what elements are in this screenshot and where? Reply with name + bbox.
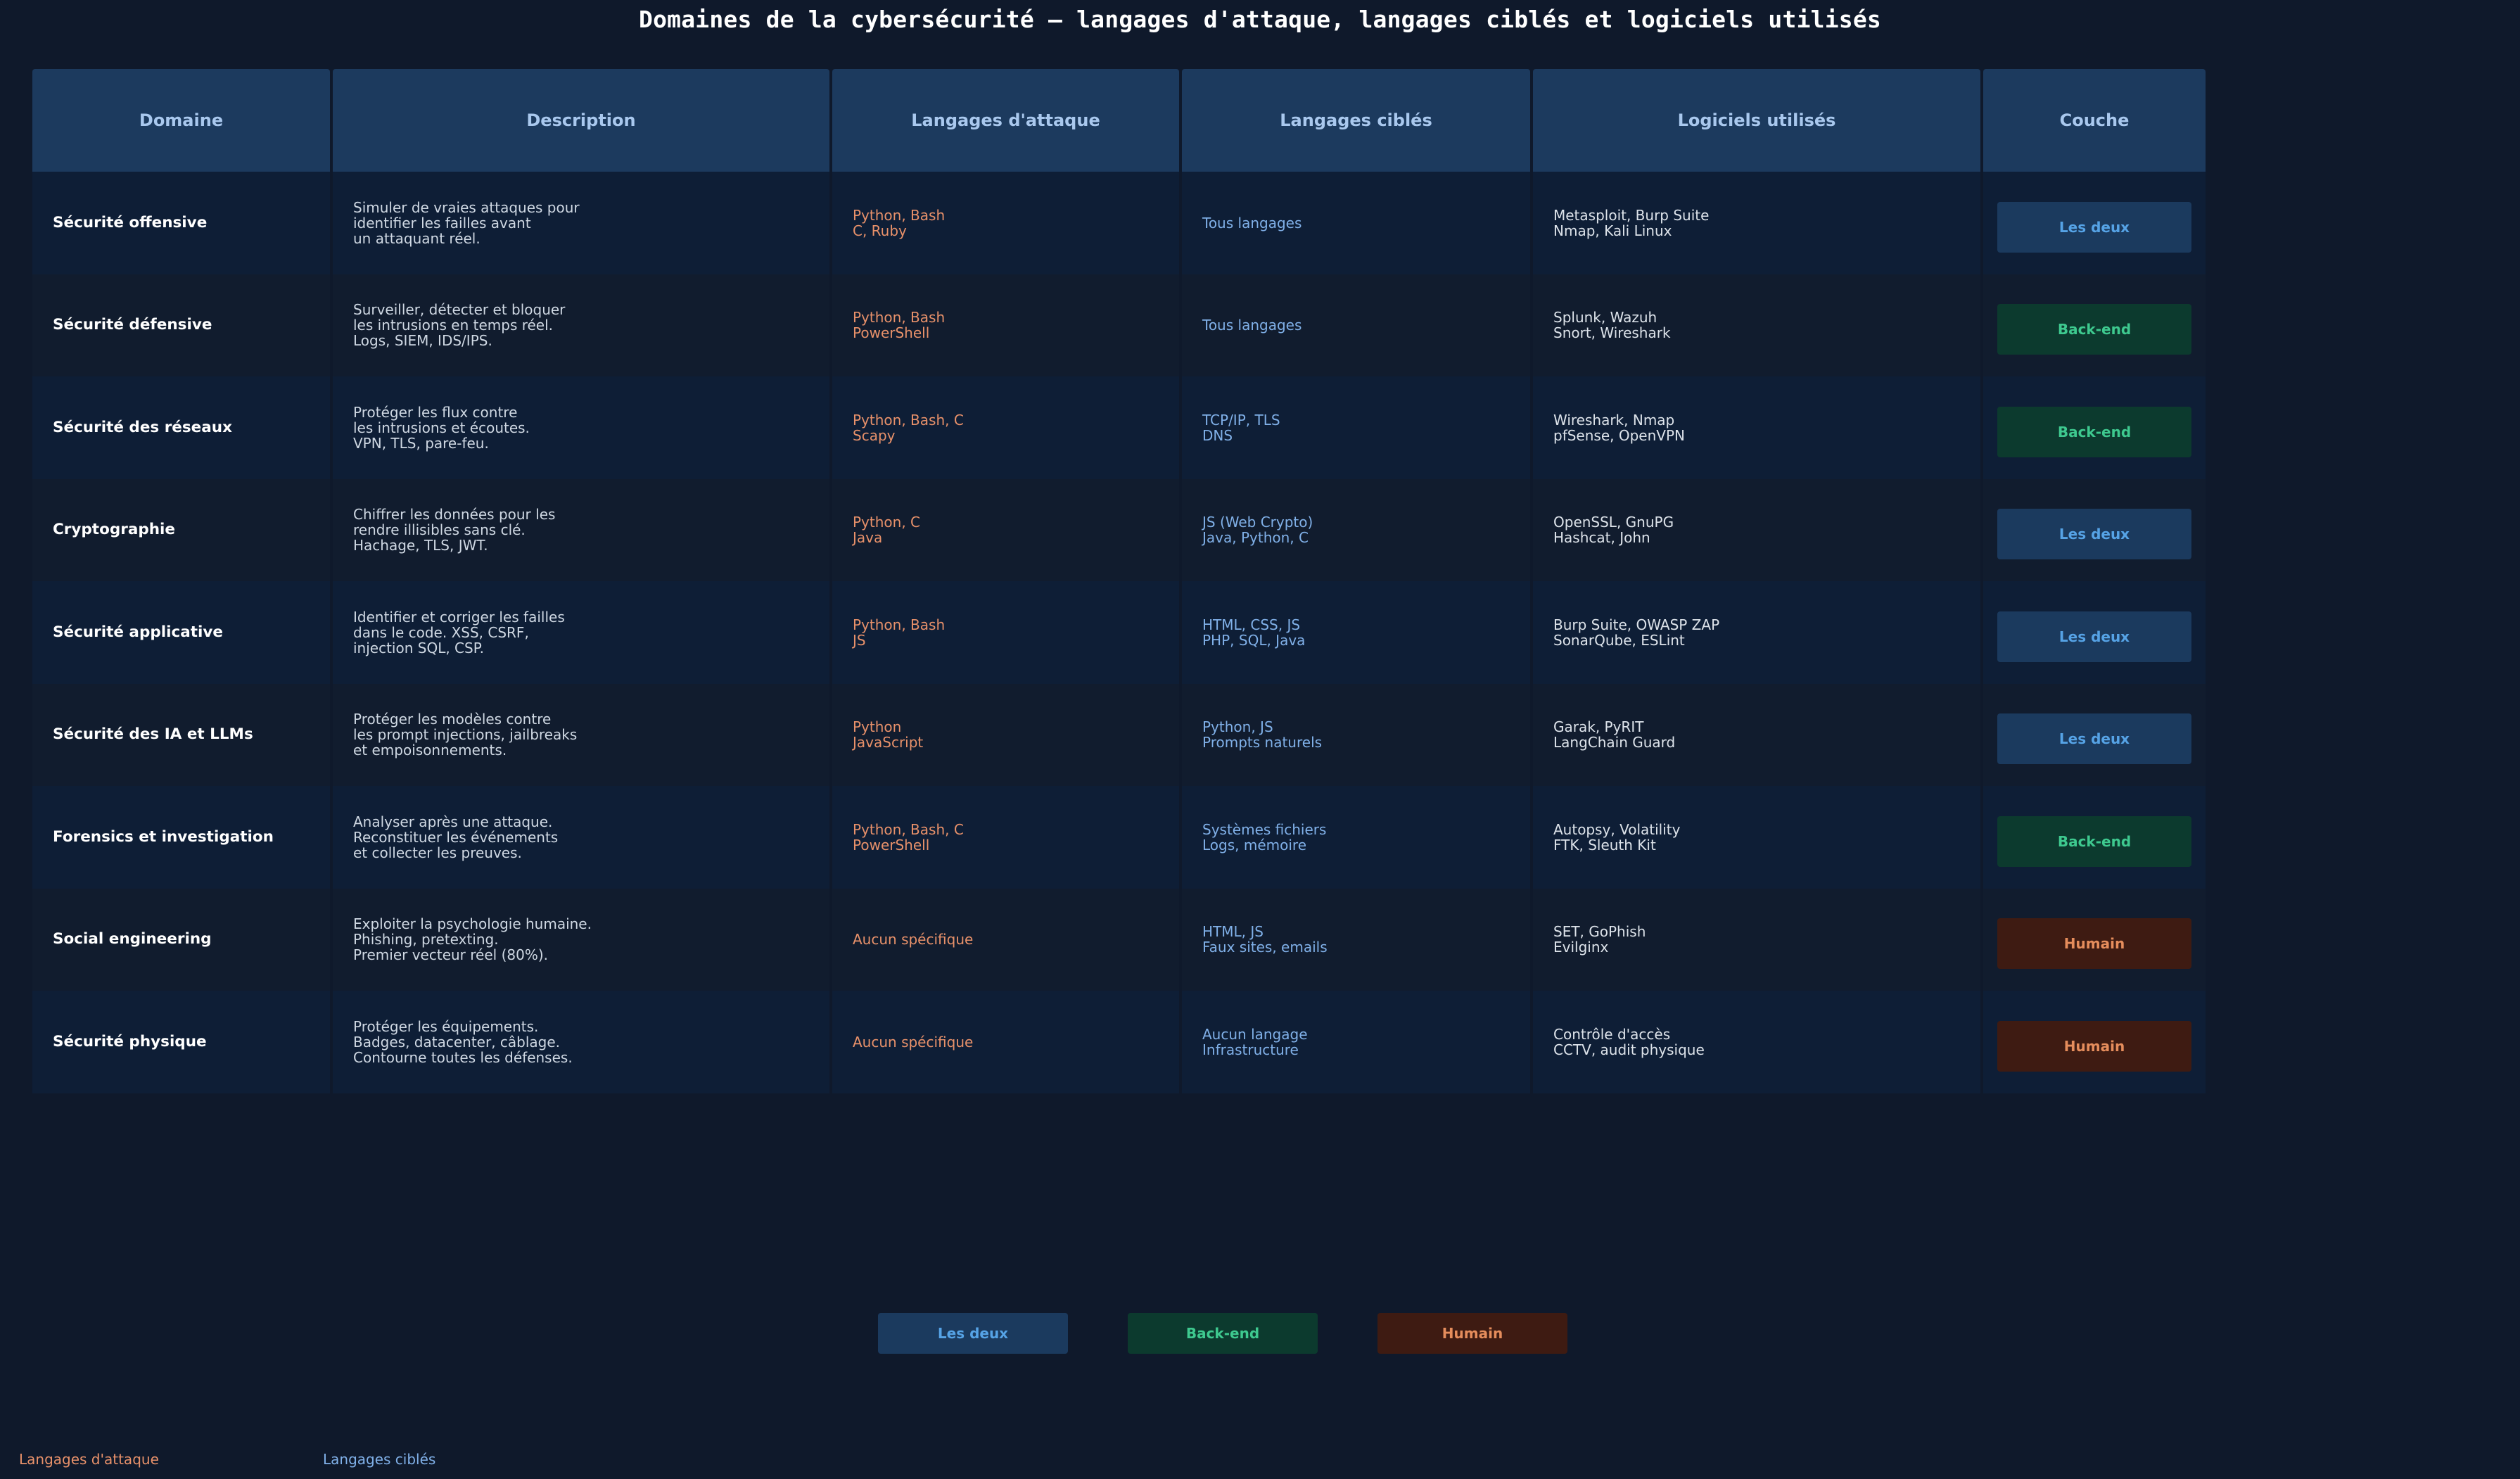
footer-attack-label: Langages d'attaque <box>19 1451 159 1468</box>
target-languages-cell: TCP/IP, TLS DNS <box>1182 376 1530 479</box>
tools-cell: Metasploit, Burp Suite Nmap, Kali Linux <box>1533 172 1980 274</box>
target-languages-cell: Aucun langage Infrastructure <box>1182 991 1530 1093</box>
layer-cell: Les deux <box>1983 581 2206 684</box>
tools-cell: Contrôle d'accès CCTV, audit physique <box>1533 991 1980 1093</box>
layer-badge: Back-end <box>1997 304 2191 355</box>
tools-cell: Burp Suite, OWASP ZAP SonarQube, ESLint <box>1533 581 1980 684</box>
layer-badge: Back-end <box>1997 406 2191 457</box>
tools-cell: Autopsy, Volatility FTK, Sleuth Kit <box>1533 786 1980 889</box>
description-cell: Analyser après une attaque. Reconstituer… <box>333 786 829 889</box>
domain-cell: Forensics et investigation <box>32 786 330 889</box>
target-languages-cell: Tous langages <box>1182 274 1530 376</box>
layer-cell: Back-end <box>1983 274 2206 376</box>
footer-target-label: Langages ciblés <box>323 1451 436 1468</box>
target-languages-cell: HTML, CSS, JS PHP, SQL, Java <box>1182 581 1530 684</box>
column-header-description: Description <box>333 69 829 172</box>
layer-badge: Les deux <box>1997 509 2191 560</box>
domain-cell: Sécurité défensive <box>32 274 330 376</box>
page-title: Domaines de la cybersécurité — langages … <box>639 6 1881 33</box>
description-cell: Identifier et corriger les failles dans … <box>333 581 829 684</box>
attack-languages-cell: Python, Bash, C Scapy <box>832 376 1179 479</box>
description-cell: Protéger les équipements. Badges, datace… <box>333 991 829 1093</box>
tools-cell: Splunk, Wazuh Snort, Wireshark <box>1533 274 1980 376</box>
attack-languages-cell: Python JavaScript <box>832 683 1179 786</box>
description-cell: Protéger les modèles contre les prompt i… <box>333 683 829 786</box>
tools-cell: SET, GoPhish Evilginx <box>1533 888 1980 991</box>
layer-cell: Back-end <box>1983 786 2206 889</box>
layer-cell: Humain <box>1983 991 2206 1093</box>
column-header-layer: Couche <box>1983 69 2206 172</box>
target-languages-cell: JS (Web Crypto) Java, Python, C <box>1182 478 1530 581</box>
column-header-tools: Logiciels utilisés <box>1533 69 1980 172</box>
attack-languages-cell: Aucun spécifique <box>832 888 1179 991</box>
domain-cell: Sécurité des IA et LLMs <box>32 683 330 786</box>
target-languages-cell: HTML, JS Faux sites, emails <box>1182 888 1530 991</box>
tools-cell: OpenSSL, GnuPG Hashcat, John <box>1533 478 1980 581</box>
layer-badge: Les deux <box>1997 713 2191 765</box>
domain-cell: Sécurité applicative <box>32 581 330 684</box>
attack-languages-cell: Python, C Java <box>832 478 1179 581</box>
layer-cell: Humain <box>1983 888 2206 991</box>
description-cell: Surveiller, détecter et bloquer les intr… <box>333 274 829 376</box>
column-header-domain: Domaine <box>32 69 330 172</box>
description-cell: Simuler de vraies attaques pour identifi… <box>333 172 829 274</box>
domain-cell: Social engineering <box>32 888 330 991</box>
attack-languages-cell: Python, Bash, C PowerShell <box>832 786 1179 889</box>
tools-cell: Garak, PyRIT LangChain Guard <box>1533 683 1980 786</box>
layer-cell: Back-end <box>1983 376 2206 479</box>
layer-badge: Les deux <box>1997 201 2191 253</box>
description-cell: Protéger les flux contre les intrusions … <box>333 376 829 479</box>
domain-cell: Cryptographie <box>32 478 330 581</box>
target-languages-cell: Systèmes fichiers Logs, mémoire <box>1182 786 1530 889</box>
description-cell: Exploiter la psychologie humaine. Phishi… <box>333 888 829 991</box>
domain-cell: Sécurité des réseaux <box>32 376 330 479</box>
layer-badge: Les deux <box>1997 611 2191 662</box>
domain-cell: Sécurité offensive <box>32 172 330 274</box>
layer-cell: Les deux <box>1983 172 2206 274</box>
legend-both: Les deux <box>878 1313 1068 1354</box>
layer-badge: Back-end <box>1997 815 2191 867</box>
attack-languages-cell: Aucun spécifique <box>832 991 1179 1093</box>
layer-cell: Les deux <box>1983 478 2206 581</box>
domains-table: Domaine Description Langages d'attaque L… <box>32 69 2206 1093</box>
legend-human: Humain <box>1377 1313 1567 1354</box>
attack-languages-cell: Python, Bash PowerShell <box>832 274 1179 376</box>
tools-cell: Wireshark, Nmap pfSense, OpenVPN <box>1533 376 1980 479</box>
attack-languages-cell: Python, Bash C, Ruby <box>832 172 1179 274</box>
target-languages-cell: Tous langages <box>1182 172 1530 274</box>
legend-backend: Back-end <box>1128 1313 1318 1354</box>
description-cell: Chiffrer les données pour les rendre ill… <box>333 478 829 581</box>
attack-languages-cell: Python, Bash JS <box>832 581 1179 684</box>
column-header-attack-languages: Langages d'attaque <box>832 69 1179 172</box>
domain-cell: Sécurité physique <box>32 991 330 1093</box>
layer-badge: Humain <box>1997 918 2191 970</box>
layer-cell: Les deux <box>1983 683 2206 786</box>
layer-badge: Humain <box>1997 1020 2191 1072</box>
target-languages-cell: Python, JS Prompts naturels <box>1182 683 1530 786</box>
column-header-target-languages: Langages ciblés <box>1182 69 1530 172</box>
